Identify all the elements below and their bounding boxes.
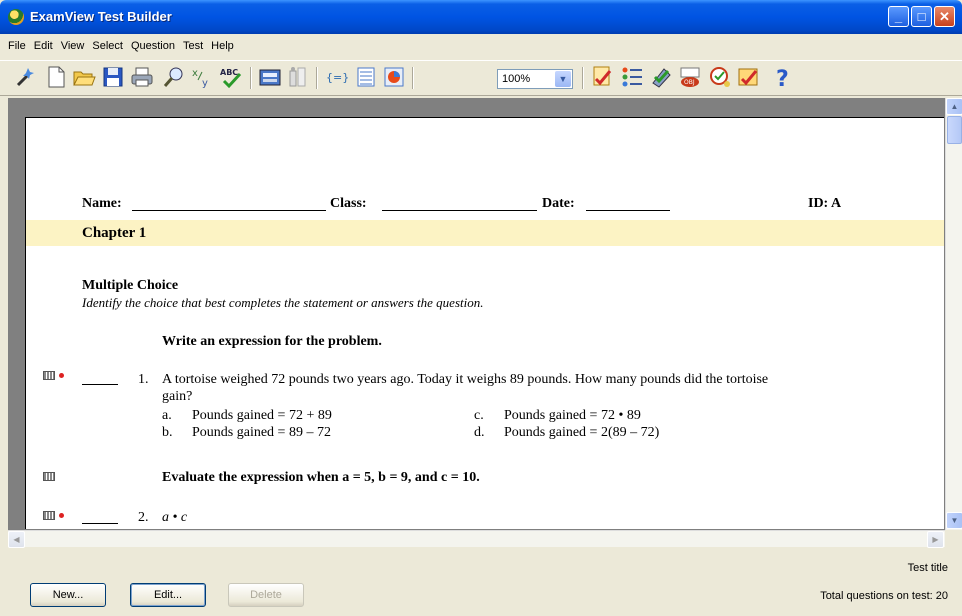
instruction-2: Evaluate the expression when a = 5, b = …: [162, 470, 480, 485]
svg-text:OBJ: OBJ: [684, 79, 695, 86]
find-icon[interactable]: [162, 65, 186, 89]
equation-icon[interactable]: {=}: [325, 65, 349, 89]
maximize-button[interactable]: □: [911, 6, 932, 27]
vertical-scrollbar[interactable]: ▲ ▼: [945, 98, 962, 530]
svg-text:ABC: ABC: [220, 68, 238, 77]
chapter-band: Chapter 1: [26, 220, 944, 246]
edit-button[interactable]: Edit...: [130, 583, 206, 607]
choice-letter: c.: [474, 408, 484, 423]
help-icon[interactable]: ?: [770, 65, 794, 92]
answer-blank: [82, 384, 118, 385]
total-questions: Total questions on test: 20: [820, 590, 948, 602]
question-number: 2.: [138, 510, 149, 525]
test-page[interactable]: Name: Class: Date: ID: A Chapter 1 Multi…: [25, 117, 944, 529]
menu-edit[interactable]: Edit: [30, 37, 57, 57]
scroll-right-icon[interactable]: ▶: [927, 531, 944, 548]
calculator-icon[interactable]: [258, 65, 282, 89]
scroll-left-icon[interactable]: ◀: [8, 531, 25, 548]
question-type-icon[interactable]: [43, 371, 55, 380]
section-subtitle: Identify the choice that best completes …: [82, 295, 484, 310]
name-label: Name:: [82, 196, 122, 211]
choice-c: c. Pounds gained = 72 • 89: [474, 408, 641, 424]
toolbar: xy ABC {=} 100% ▼ OBJ ?: [0, 60, 962, 96]
menu-question[interactable]: Question: [127, 37, 179, 57]
scoring-icon[interactable]: [736, 65, 760, 89]
delete-button[interactable]: Delete: [228, 583, 304, 607]
new-button[interactable]: New...: [30, 583, 106, 607]
menu-file[interactable]: File: [4, 37, 30, 57]
select-questions-icon[interactable]: [650, 65, 674, 89]
scroll-up-icon[interactable]: ▲: [946, 98, 962, 115]
svg-text:y: y: [202, 78, 208, 89]
answer-blank: [82, 523, 118, 524]
choice-text: Pounds gained = 72 + 89: [192, 408, 332, 423]
question-type-icon[interactable]: [43, 511, 55, 520]
svg-text:?: ?: [776, 67, 789, 89]
date-label: Date:: [542, 196, 575, 211]
table-icon[interactable]: [354, 65, 378, 89]
zoom-select[interactable]: 100% ▼: [497, 69, 573, 89]
date-line: [586, 210, 670, 211]
section-title: Multiple Choice: [82, 278, 179, 293]
close-button[interactable]: ✕: [934, 6, 955, 27]
scroll-thumb[interactable]: [947, 116, 962, 144]
choice-text: Pounds gained = 89 – 72: [192, 425, 331, 440]
chapter-title: Chapter 1: [82, 225, 147, 241]
menu-bar: File Edit View Select Question Test Help: [0, 37, 962, 57]
grade-icon[interactable]: [708, 65, 732, 89]
app-icon: [8, 9, 24, 25]
wizard-icon[interactable]: [14, 65, 38, 89]
question-number: 1.: [138, 372, 149, 387]
info-icon[interactable]: [286, 65, 310, 89]
class-label: Class:: [330, 196, 367, 211]
choice-a: a. Pounds gained = 72 + 89: [162, 408, 332, 424]
zoom-value: 100%: [502, 73, 531, 85]
choice-text: Pounds gained = 2(89 – 72): [504, 425, 660, 440]
new-document-icon[interactable]: [44, 65, 68, 89]
choice-d: d. Pounds gained = 2(89 – 72): [474, 425, 659, 441]
question-text[interactable]: A tortoise weighed 72 pounds two years a…: [162, 372, 768, 388]
title-bar: ExamView Test Builder _ □ ✕: [0, 0, 962, 34]
document-viewport[interactable]: Name: Class: Date: ID: A Chapter 1 Multi…: [8, 98, 945, 530]
chevron-down-icon[interactable]: ▼: [555, 71, 571, 87]
objectives-icon[interactable]: OBJ: [678, 65, 702, 89]
choice-letter: d.: [474, 425, 485, 440]
add-question-icon[interactable]: [590, 65, 614, 89]
flag-dot: [59, 513, 64, 518]
scroll-down-icon[interactable]: ▼: [946, 512, 962, 529]
menu-view[interactable]: View: [57, 37, 89, 57]
print-icon[interactable]: [130, 65, 154, 89]
choice-text: Pounds gained = 72 • 89: [504, 408, 641, 423]
flag-dot: [59, 373, 64, 378]
id-label: ID: A: [808, 196, 842, 211]
graphics-icon[interactable]: [382, 65, 406, 89]
spellcheck-icon[interactable]: ABC: [219, 65, 243, 89]
question-text-cont: gain?: [162, 389, 193, 404]
minimize-button[interactable]: _: [888, 6, 909, 27]
menu-help[interactable]: Help: [207, 37, 238, 57]
horizontal-scrollbar[interactable]: ◀ ▶: [8, 530, 945, 548]
choice-letter: b.: [162, 425, 173, 440]
class-line: [382, 210, 537, 211]
svg-text:x: x: [192, 68, 198, 79]
open-folder-icon[interactable]: [72, 65, 96, 89]
svg-text:{=}: {=}: [326, 71, 349, 84]
replace-icon[interactable]: xy: [190, 65, 214, 89]
instruction-type-icon[interactable]: [43, 472, 55, 481]
window-title: ExamView Test Builder: [30, 9, 172, 24]
choice-letter: a.: [162, 408, 172, 423]
name-line: [132, 210, 326, 211]
question-list-icon[interactable]: [620, 65, 644, 89]
question-text[interactable]: a • c: [162, 510, 187, 526]
menu-test[interactable]: Test: [179, 37, 207, 57]
instruction-1: Write an expression for the problem.: [162, 334, 382, 349]
menu-select[interactable]: Select: [88, 37, 127, 57]
save-icon[interactable]: [101, 65, 125, 89]
test-title: Test title: [907, 562, 948, 574]
choice-b: b. Pounds gained = 89 – 72: [162, 425, 331, 441]
